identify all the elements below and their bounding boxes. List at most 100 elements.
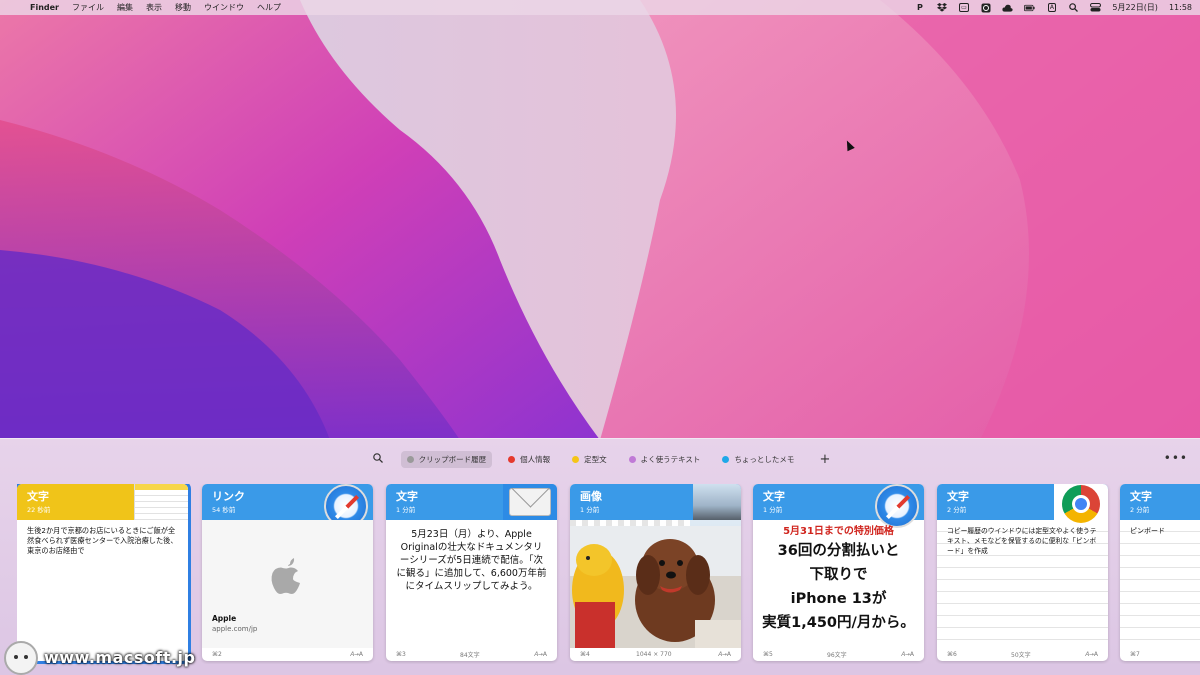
notes-app-icon bbox=[134, 484, 188, 520]
sale-line: 下取りで bbox=[809, 567, 868, 583]
card-footer: ⌘4 1044 × 770 𝐴→A bbox=[570, 648, 741, 661]
transparency-pattern bbox=[570, 520, 690, 526]
status-tray: P ▭ A 5月22日(日) 11:58 bbox=[914, 2, 1192, 13]
chrome-logo bbox=[1062, 485, 1100, 523]
menubar-time[interactable]: 11:58 bbox=[1169, 3, 1192, 12]
tab-frequent-text[interactable]: よく使うテキスト bbox=[623, 451, 707, 468]
tab-clipboard-history[interactable]: クリップボード履歴 bbox=[400, 450, 493, 468]
tab-color-dot bbox=[628, 455, 636, 463]
paste-as-plain-icon[interactable]: 𝐴→A bbox=[901, 651, 914, 659]
item-shortcut: ⌘2 bbox=[212, 651, 222, 658]
tab-label: ちょっとしたメモ bbox=[734, 454, 795, 464]
menu-view[interactable]: 表示 bbox=[146, 2, 162, 13]
item-shortcut: ⌘5 bbox=[763, 651, 773, 658]
desktop-wallpaper bbox=[0, 0, 1200, 440]
tab-color-dot bbox=[572, 455, 580, 463]
card-header: 画像 1 分前 bbox=[570, 484, 741, 520]
clipboard-item[interactable]: 文字 22 秒前 生後2か月で京都のお店にいるときにご飯が全然食べられず医療セン… bbox=[17, 484, 191, 664]
control-center-icon[interactable] bbox=[1090, 3, 1102, 13]
battery-icon[interactable] bbox=[1024, 3, 1036, 13]
paste-app-icon[interactable]: P bbox=[914, 3, 925, 13]
chrome-icon bbox=[1054, 484, 1108, 523]
menu-go[interactable]: 移動 bbox=[175, 2, 191, 13]
card-footer: ⌘3 84文字 𝐴→A bbox=[386, 648, 557, 661]
menu-edit[interactable]: 編集 bbox=[117, 2, 133, 13]
item-shortcut: ⌘6 bbox=[947, 651, 957, 658]
card-header: 文字 1 分前 bbox=[386, 484, 557, 520]
apple-logo-icon bbox=[271, 558, 300, 594]
wallpaper-art bbox=[0, 0, 1200, 440]
tab-templates[interactable]: 定型文 bbox=[566, 451, 613, 468]
card-footer: ⌘6 50文字 𝐴→A bbox=[937, 648, 1108, 661]
item-char-count: 96文字 bbox=[827, 652, 847, 659]
spotlight-search-icon[interactable] bbox=[1068, 3, 1079, 13]
clipboard-item[interactable]: 文字 2 分前 コピー履歴のウインドウには定型文やよく使うテキスト、メモなどを保… bbox=[937, 484, 1108, 661]
link-url: apple.com/jp bbox=[212, 625, 258, 633]
menu-file[interactable]: ファイル bbox=[72, 2, 104, 13]
safari-icon bbox=[870, 484, 924, 528]
item-char-count: 50文字 bbox=[1011, 652, 1031, 659]
search-icon[interactable] bbox=[370, 452, 386, 466]
menubar-date[interactable]: 5月22日(日) bbox=[1112, 2, 1158, 13]
clipboard-item[interactable]: 文字 1 分前 5月23日（月）より、Apple Originalの壮大なドキュ… bbox=[386, 484, 557, 661]
sale-line: 36回の分割払いと bbox=[777, 543, 900, 559]
more-options-button[interactable]: ••• bbox=[1164, 451, 1188, 465]
site-watermark: www.macsoft.jp bbox=[0, 640, 210, 675]
paste-as-plain-icon[interactable]: 𝐴→A bbox=[718, 651, 731, 659]
item-type: 文字 bbox=[1130, 490, 1152, 503]
item-text: 5月23日（月）より、Apple Originalの壮大なドキュメンタリーシリー… bbox=[396, 529, 547, 592]
tab-color-dot bbox=[722, 455, 730, 463]
pinboard-toolbar: クリップボード履歴 個人情報 定型文 よく使うテキスト ちょっとしたメモ + bbox=[0, 449, 1200, 469]
tab-label: 個人情報 bbox=[520, 454, 551, 464]
backup-icon[interactable] bbox=[980, 3, 991, 13]
watermark-text: www.macsoft.jp bbox=[44, 648, 196, 667]
card-footer: ⌘5 96文字 𝐴→A bbox=[753, 648, 924, 661]
paste-as-plain-icon[interactable]: 𝐴→A bbox=[350, 651, 363, 659]
card-footer: ⌘2 𝐴→A bbox=[202, 648, 373, 661]
tab-personal-info[interactable]: 個人情報 bbox=[502, 451, 556, 468]
mail-app-icon bbox=[503, 484, 557, 520]
dog-and-bear-photo bbox=[570, 526, 741, 648]
photos-app-thumbnail bbox=[693, 484, 741, 520]
tab-label: クリップボード履歴 bbox=[418, 454, 487, 464]
item-char-count: 84文字 bbox=[460, 652, 480, 659]
clipboard-item[interactable]: リンク 54 秒前 Apple apple.com/jp ⌘2 𝐴→A bbox=[202, 484, 373, 661]
menu-help[interactable]: ヘルプ bbox=[257, 2, 281, 13]
menu-app-finder[interactable]: Finder bbox=[30, 3, 59, 12]
card-header: リンク 54 秒前 bbox=[202, 484, 373, 528]
sale-line: 実質1,450円/月から。 bbox=[762, 615, 915, 631]
sale-line: iPhone 13が bbox=[790, 591, 887, 607]
cloud-icon[interactable] bbox=[1002, 3, 1014, 13]
paste-as-plain-icon[interactable]: 𝐴→A bbox=[534, 651, 547, 659]
card-footer: ⌘7 bbox=[1120, 648, 1200, 661]
paste-as-plain-icon[interactable]: 𝐴→A bbox=[1085, 651, 1098, 659]
clipboard-items-row: 文字 22 秒前 生後2か月で京都のお店にいるときにご飯が全然食べられず医療セン… bbox=[17, 484, 1200, 664]
mail-envelope-icon bbox=[509, 488, 551, 516]
dropbox-icon[interactable] bbox=[936, 3, 947, 13]
card-header: 文字 2 分前 bbox=[1120, 484, 1200, 520]
menu-bar: Finder ファイル 編集 表示 移動 ウインドウ ヘルプ P ▭ A 5月2… bbox=[0, 0, 1200, 15]
link-preview: Apple apple.com/jp bbox=[202, 520, 373, 648]
add-pinboard-button[interactable]: + bbox=[819, 452, 830, 467]
item-time: 2 分前 bbox=[1130, 506, 1150, 514]
tab-color-dot bbox=[508, 455, 516, 463]
input-source-icon[interactable]: A bbox=[1046, 3, 1057, 13]
safari-icon bbox=[319, 484, 373, 528]
tab-color-dot bbox=[406, 455, 414, 463]
clipboard-item[interactable]: 文字 1 分前 5月31日までの特別価格 36回の分割払いと 下取りで iPho… bbox=[753, 484, 924, 661]
image-dimensions: 1044 × 770 bbox=[636, 651, 672, 658]
clipboard-item[interactable]: 文字 2 分前 ピンボード ⌘7 bbox=[1120, 484, 1200, 661]
copied-image bbox=[570, 520, 741, 648]
tab-quick-memo[interactable]: ちょっとしたメモ bbox=[716, 451, 800, 468]
sale-heading: 5月31日までの特別価格 bbox=[783, 526, 894, 537]
menu-window[interactable]: ウインドウ bbox=[204, 2, 244, 13]
item-shortcut: ⌘7 bbox=[1130, 651, 1140, 658]
clipboard-item[interactable]: 画像 1 分前 ⌘4 1044 × 770 𝐴→A bbox=[570, 484, 741, 661]
card-header: 文字 22 秒前 bbox=[17, 484, 188, 520]
item-rich-text: 5月31日までの特別価格 36回の分割払いと 下取りで iPhone 13が 実… bbox=[753, 520, 924, 648]
mascot-icon bbox=[4, 640, 38, 675]
tab-label: 定型文 bbox=[584, 454, 607, 464]
item-text: コピー履歴のウインドウには定型文やよく使うテキスト、メモなどを保管するのに便利な… bbox=[937, 520, 1108, 648]
display-icon[interactable]: ▭ bbox=[958, 3, 969, 13]
item-shortcut: ⌘3 bbox=[396, 651, 406, 658]
